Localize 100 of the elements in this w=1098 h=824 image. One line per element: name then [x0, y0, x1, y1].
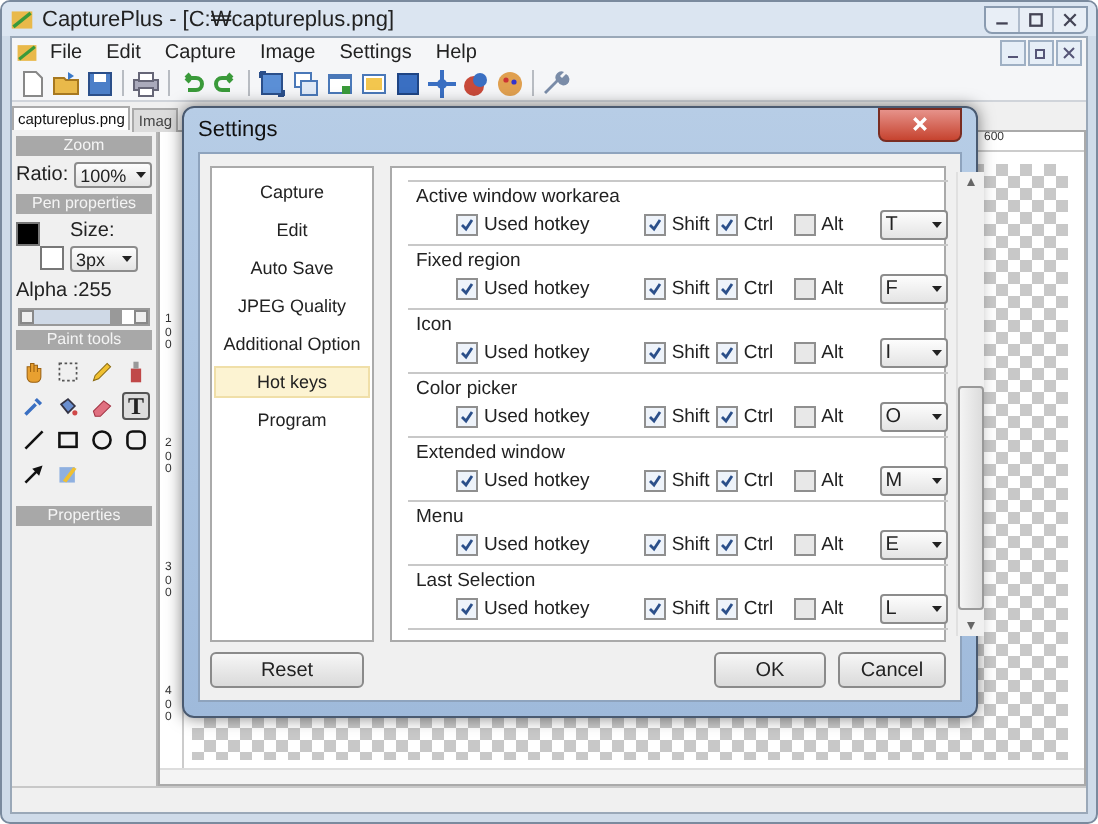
checkbox[interactable]: [643, 598, 666, 620]
restore-button[interactable]: [1028, 39, 1054, 65]
checkbox[interactable]: [643, 278, 666, 300]
checkbox[interactable]: [456, 342, 478, 364]
shift-checkbox[interactable]: Shift: [643, 342, 710, 364]
tool-button[interactable]: [122, 426, 150, 454]
key-dropdown[interactable]: I: [879, 338, 948, 368]
tool-button[interactable]: [54, 392, 82, 420]
checkbox[interactable]: [715, 470, 738, 492]
ok-button[interactable]: OK: [714, 652, 826, 688]
checkbox[interactable]: [456, 470, 478, 492]
tool-button[interactable]: [88, 426, 116, 454]
category-item[interactable]: Capture: [214, 176, 370, 208]
ratio-dropdown[interactable]: 100%: [74, 162, 152, 188]
alt-checkbox[interactable]: Alt: [793, 598, 844, 620]
horizontal-scrollbar[interactable]: [160, 768, 1084, 784]
checkbox[interactable]: [456, 214, 478, 236]
foreground-color-swatch[interactable]: [16, 222, 40, 246]
key-dropdown[interactable]: M: [879, 466, 948, 496]
checkbox[interactable]: [643, 342, 666, 364]
checkbox[interactable]: [715, 598, 738, 620]
checkbox[interactable]: [715, 534, 738, 556]
category-item[interactable]: Hot keys: [214, 366, 370, 398]
key-dropdown[interactable]: O: [879, 402, 948, 432]
close-button[interactable]: [1056, 39, 1082, 65]
menu-item[interactable]: Settings: [327, 41, 424, 63]
ctrl-checkbox[interactable]: Ctrl: [715, 406, 774, 428]
checkbox[interactable]: [456, 278, 478, 300]
close-button[interactable]: [878, 107, 962, 141]
used-hotkey-checkbox[interactable]: Used hotkey: [456, 214, 590, 236]
tool-button[interactable]: [20, 426, 48, 454]
shift-checkbox[interactable]: Shift: [643, 598, 710, 620]
category-item[interactable]: JPEG Quality: [214, 290, 370, 322]
tool-button[interactable]: [54, 426, 82, 454]
shift-checkbox[interactable]: Shift: [643, 214, 710, 236]
ctrl-checkbox[interactable]: Ctrl: [715, 278, 774, 300]
key-dropdown[interactable]: L: [879, 594, 948, 624]
reset-button[interactable]: Reset: [210, 652, 364, 688]
scrollbar-thumb[interactable]: [957, 386, 984, 610]
menu-item[interactable]: Image: [247, 41, 328, 63]
alt-checkbox[interactable]: Alt: [793, 470, 844, 492]
checkbox[interactable]: [793, 534, 816, 556]
alt-checkbox[interactable]: Alt: [793, 342, 844, 364]
shift-checkbox[interactable]: Shift: [643, 406, 710, 428]
used-hotkey-checkbox[interactable]: Used hotkey: [456, 278, 590, 300]
key-dropdown[interactable]: F: [879, 274, 948, 304]
alt-checkbox[interactable]: Alt: [793, 278, 844, 300]
checkbox[interactable]: [715, 406, 738, 428]
category-item[interactable]: Additional Option: [214, 328, 370, 360]
tool-button[interactable]: [20, 460, 48, 488]
menu-item[interactable]: Capture: [152, 41, 248, 63]
shift-checkbox[interactable]: Shift: [643, 470, 710, 492]
checkbox[interactable]: [643, 214, 666, 236]
checkbox[interactable]: [643, 534, 666, 556]
ctrl-checkbox[interactable]: Ctrl: [715, 342, 774, 364]
checkbox-label: Alt: [821, 598, 844, 620]
category-item[interactable]: Program: [214, 404, 370, 436]
checkbox[interactable]: [793, 406, 816, 428]
tool-button[interactable]: [54, 358, 82, 386]
menu-item[interactable]: Edit: [94, 41, 153, 63]
check-icon: [647, 602, 662, 616]
shift-checkbox[interactable]: Shift: [643, 278, 710, 300]
checkbox[interactable]: [715, 214, 738, 236]
category-item[interactable]: Auto Save: [214, 252, 370, 284]
checkbox[interactable]: [793, 342, 816, 364]
menu-item[interactable]: File: [38, 41, 95, 63]
checkbox[interactable]: [456, 406, 478, 428]
vertical-scrollbar[interactable]: [955, 172, 984, 636]
checkbox[interactable]: [793, 278, 816, 300]
checkbox[interactable]: [456, 598, 478, 620]
text-tool-button[interactable]: T: [122, 392, 150, 420]
checkbox[interactable]: [715, 278, 738, 300]
used-hotkey-checkbox[interactable]: Used hotkey: [456, 406, 590, 428]
cancel-button[interactable]: Cancel: [838, 652, 946, 688]
background-color-swatch[interactable]: [40, 246, 64, 270]
checkbox[interactable]: [793, 598, 816, 620]
checkbox[interactable]: [715, 342, 738, 364]
key-dropdown[interactable]: T: [879, 210, 948, 240]
used-hotkey-checkbox[interactable]: Used hotkey: [456, 534, 590, 556]
menu-item[interactable]: Help: [423, 41, 489, 63]
checkbox[interactable]: [643, 470, 666, 492]
used-hotkey-checkbox[interactable]: Used hotkey: [456, 470, 590, 492]
alt-checkbox[interactable]: Alt: [793, 534, 844, 556]
minimize-button[interactable]: [1000, 39, 1026, 65]
checkbox[interactable]: [793, 214, 816, 236]
category-item[interactable]: Edit: [214, 214, 370, 246]
size-dropdown[interactable]: 3px: [70, 246, 138, 272]
checkbox[interactable]: [456, 534, 478, 556]
used-hotkey-checkbox[interactable]: Used hotkey: [456, 598, 590, 620]
used-hotkey-checkbox[interactable]: Used hotkey: [456, 342, 590, 364]
ctrl-checkbox[interactable]: Ctrl: [715, 214, 774, 236]
checkbox[interactable]: [643, 406, 666, 428]
ctrl-checkbox[interactable]: Ctrl: [715, 534, 774, 556]
shift-checkbox[interactable]: Shift: [643, 534, 710, 556]
ctrl-checkbox[interactable]: Ctrl: [715, 470, 774, 492]
alt-checkbox[interactable]: Alt: [793, 406, 844, 428]
key-dropdown[interactable]: E: [879, 530, 948, 560]
alt-checkbox[interactable]: Alt: [793, 214, 844, 236]
ctrl-checkbox[interactable]: Ctrl: [715, 598, 774, 620]
checkbox[interactable]: [793, 470, 816, 492]
